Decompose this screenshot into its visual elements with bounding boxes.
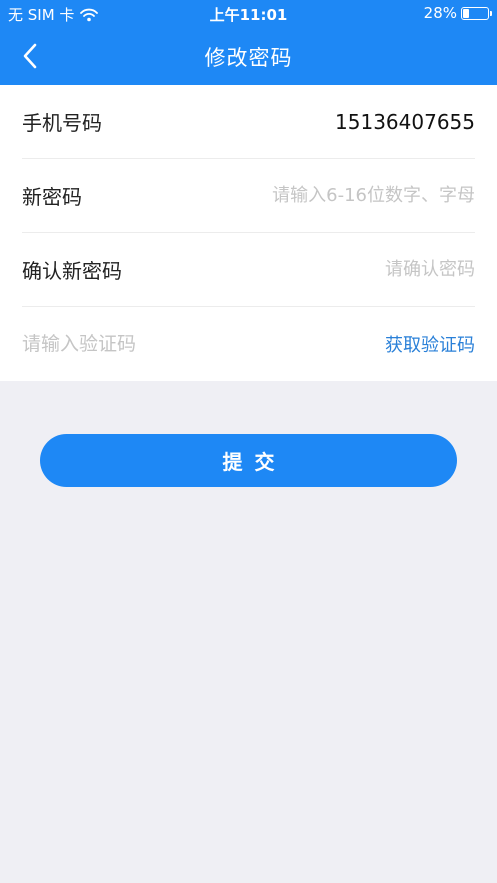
confirm-password-label: 确认新密码 [22, 259, 122, 283]
page-title: 修改密码 [204, 46, 293, 70]
new-password-row: 新密码 [22, 159, 475, 233]
verification-row: 获取验证码 [22, 307, 475, 381]
battery-percent: 28% [423, 4, 457, 22]
status-bar: 无 SIM 卡 上午11:01 28% [0, 0, 497, 28]
confirm-password-row: 确认新密码 [22, 233, 475, 307]
new-password-input[interactable] [235, 185, 475, 206]
status-right: 28% [423, 4, 492, 22]
phone-label: 手机号码 [22, 111, 102, 135]
status-time: 上午11:01 [209, 6, 288, 24]
new-password-label: 新密码 [22, 185, 82, 209]
phone-value: 15136407655 [335, 109, 475, 134]
battery-icon [461, 6, 492, 20]
confirm-password-input[interactable] [235, 259, 475, 280]
battery-fill [463, 8, 469, 18]
verification-code-input[interactable] [22, 333, 282, 355]
form-card: 手机号码 15136407655 新密码 确认新密码 获取验证码 [0, 85, 497, 381]
nav-bar: 修改密码 [0, 28, 497, 85]
phone-row: 手机号码 15136407655 [22, 85, 475, 159]
submit-button[interactable]: 提交 [40, 434, 457, 487]
get-code-button[interactable]: 获取验证码 [385, 331, 475, 357]
